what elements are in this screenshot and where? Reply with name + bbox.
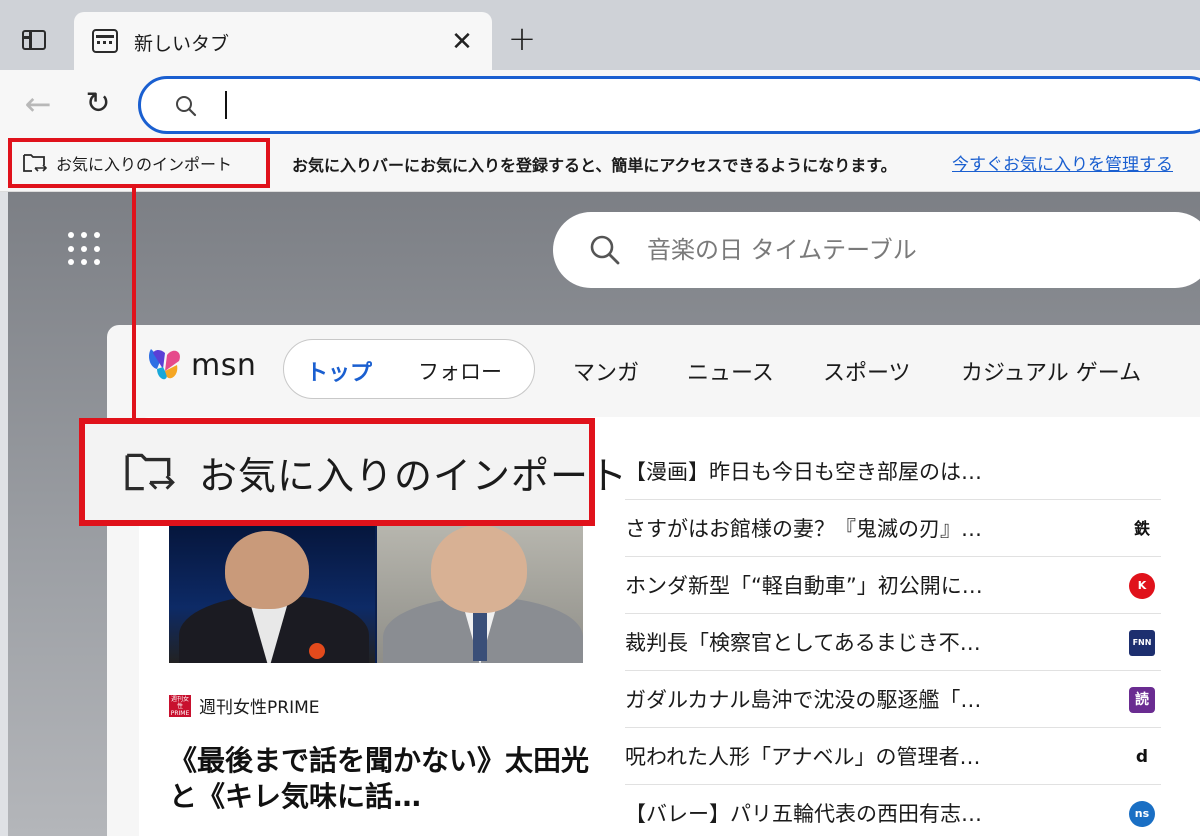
refresh-button[interactable]: ↻ [78,84,118,124]
import-favorites-button[interactable]: お気に入りのインポート [8,138,270,188]
new-tab-page-icon [92,29,118,53]
app-launcher-icon[interactable] [68,232,102,266]
web-search-box[interactable] [553,212,1200,288]
news-item[interactable]: 裁判長「検察官としてあるまじき不… FNN [625,614,1161,671]
news-source-icon: ns [1129,801,1155,827]
news-source-icon [1129,459,1155,485]
news-source-icon: K [1129,573,1155,599]
news-title: ガダルカナル島沖で沈没の駆逐艦「… [625,688,982,712]
import-favorites-label: お気に入りのインポート [56,155,233,174]
tab-new-tab[interactable]: 新しいタブ ✕ [74,12,492,70]
tab-top[interactable]: トップ [306,355,372,387]
callout-connector-line [132,188,136,420]
folder-import-icon [125,453,175,491]
publisher-name: 週刊女性PRIME [199,698,320,718]
news-title: 裁判長「検察官としてあるまじき不… [625,631,981,655]
address-input[interactable] [221,87,1121,123]
search-icon [590,235,620,265]
news-item[interactable]: 【漫画】昨日も今日も空き部屋のは… [625,443,1161,500]
back-button[interactable]: ← [18,84,58,124]
manage-favorites-link[interactable]: 今すぐお気に入りを管理する [952,150,1173,175]
nav-casual-games[interactable]: カジュアル ゲーム [961,355,1141,387]
news-source-icon: 鉄 [1129,516,1155,542]
tab-actions-button[interactable] [14,20,54,60]
nav-sports[interactable]: スポーツ [823,355,911,387]
zoomed-import-label: お気に入りのインポート [199,453,629,498]
tab-strip: 新しいタブ ✕ + [0,0,1200,70]
news-title: ホンダ新型「“軽自動車”」初公開に… [625,574,983,598]
news-source-icon: FNN [1129,630,1155,656]
news-list: 【漫画】昨日も今日も空き部屋のは… さすがはお館様の妻？『鬼滅の刃』… 鉄 ホン… [625,443,1161,836]
news-item[interactable]: 【バレー】パリ五輪代表の西田有志… ns [625,785,1161,836]
msn-wordmark: msn [191,347,257,383]
news-source-icon: d [1129,744,1155,770]
tab-follow[interactable]: フォロー [418,356,502,386]
text-caret [225,91,227,119]
publisher-logo: 週刊女性PRIME [169,694,191,717]
news-item[interactable]: 呪われた人形「アナベル」の管理者… d [625,728,1161,785]
nav-news[interactable]: ニュース [687,355,774,387]
tab-title: 新しいタブ [134,33,230,55]
zoomed-import-favorites-callout: お気に入りのインポート [79,418,627,526]
hero-source[interactable]: 週刊女性PRIME 週刊女性PRIME [169,693,320,718]
news-title: 【漫画】昨日も今日も空き部屋のは… [625,460,982,484]
folder-import-icon [23,154,48,172]
new-tab-button[interactable]: + [504,22,540,58]
msn-feed-panel: msn トップ フォロー マンガ ニュース スポーツ カジュアル ゲーム 週刊女… [107,325,1200,836]
nav-manga[interactable]: マンガ [573,355,639,387]
hero-news-image[interactable] [169,525,583,663]
favorites-bar-message: お気に入りバーにお気に入りを登録すると、簡単にアクセスできるようになります。 [292,156,897,175]
news-title: さすがはお館様の妻？『鬼滅の刃』… [625,517,982,541]
search-icon [176,96,197,117]
favorites-bar: お気に入りのインポート お気に入りバーにお気に入りを登録すると、簡単にアクセスで… [0,138,1200,192]
toolbar: ← ↻ [0,70,1200,138]
news-item[interactable]: ガダルカナル島沖で沈没の駆逐艦「… 読 [625,671,1161,728]
news-title: 【バレー】パリ五輪代表の西田有志… [625,802,982,826]
feed-tab-group: トップ フォロー [283,339,535,399]
tab-actions-icon [22,30,46,50]
address-bar[interactable] [138,76,1200,134]
hero-headline[interactable]: 《最後まで話を聞かない》太田光と《キレ気味に話… [169,743,589,815]
news-item[interactable]: ホンダ新型「“軽自動車”」初公開に… K [625,557,1161,614]
news-title: 呪われた人形「アナベル」の管理者… [625,745,981,769]
msn-butterfly-icon [149,349,180,380]
news-item[interactable]: さすがはお館様の妻？『鬼滅の刃』… 鉄 [625,500,1161,557]
web-search-input[interactable] [647,232,1187,268]
news-source-icon: 読 [1129,687,1155,713]
close-tab-button[interactable]: ✕ [446,26,478,58]
msn-logo[interactable]: msn [145,345,256,385]
